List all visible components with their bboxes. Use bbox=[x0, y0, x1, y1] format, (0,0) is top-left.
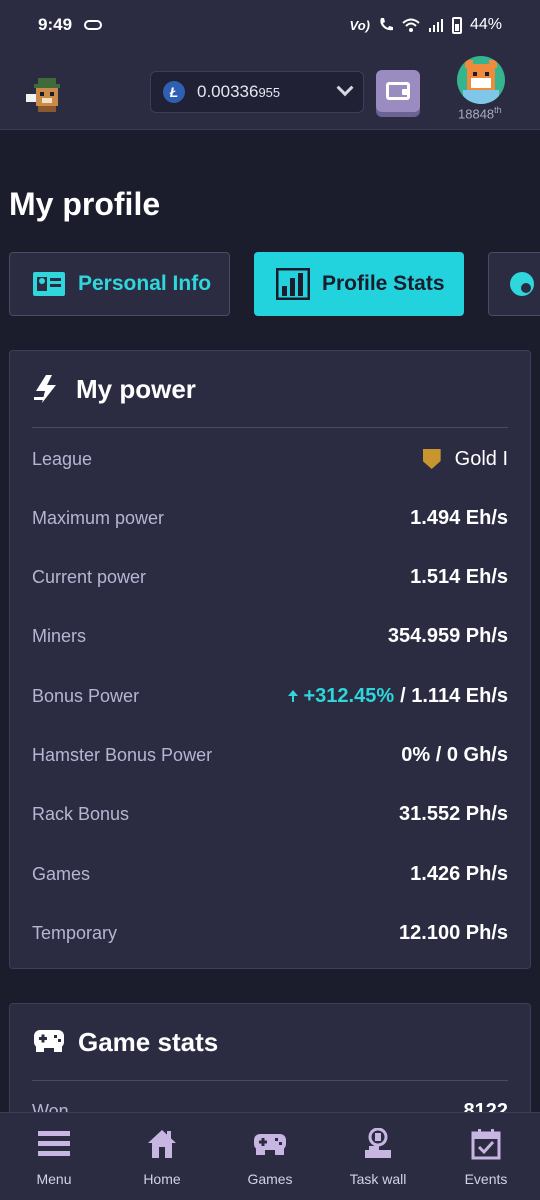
tab-profile-stats[interactable]: Profile Stats bbox=[254, 252, 464, 316]
tab-more[interactable] bbox=[488, 252, 540, 316]
my-power-title: My power bbox=[76, 374, 196, 404]
hamster-logo[interactable] bbox=[24, 76, 72, 116]
profile-tabs: Personal Info Profile Stats bbox=[9, 252, 540, 316]
power-row-league: League Gold I bbox=[32, 447, 508, 470]
game-stats-header: Game stats bbox=[32, 1026, 508, 1081]
palette-icon bbox=[510, 272, 534, 296]
network-label: Vo) bbox=[349, 17, 370, 33]
gamepad-nav-icon bbox=[253, 1127, 287, 1161]
home-icon bbox=[145, 1127, 179, 1161]
my-power-header: My power bbox=[32, 373, 508, 428]
nav-task-wall[interactable]: Task wall bbox=[324, 1113, 432, 1200]
nav-events[interactable]: Events bbox=[432, 1113, 540, 1200]
power-row-temporary: Temporary 12.100 Ph/s bbox=[32, 921, 508, 944]
power-row-miners: Miners 354.959 Ph/s bbox=[32, 624, 508, 647]
lightning-icon bbox=[34, 375, 56, 403]
menu-icon bbox=[37, 1127, 71, 1161]
avatar[interactable] bbox=[457, 56, 505, 104]
tab-personal-info[interactable]: Personal Info bbox=[9, 252, 230, 316]
power-row-max: Maximum power 1.494 Eh/s bbox=[32, 506, 508, 529]
app-header: Ł 0.00336955 18848th bbox=[0, 50, 540, 130]
wallet-icon bbox=[386, 82, 410, 100]
id-card-icon bbox=[33, 272, 65, 296]
tab-personal-info-label: Personal Info bbox=[78, 272, 212, 295]
signal-icon bbox=[428, 19, 443, 32]
task-wall-icon bbox=[361, 1127, 395, 1161]
arrow-up-icon bbox=[287, 690, 298, 702]
power-row-games: Games 1.426 Ph/s bbox=[32, 862, 508, 885]
status-bar: 9:49 Vo) 44% bbox=[0, 0, 540, 50]
battery-level: 44% bbox=[469, 16, 502, 33]
bonus-percent: +312.45% bbox=[303, 684, 395, 707]
nav-home[interactable]: Home bbox=[108, 1113, 216, 1200]
wifi-icon bbox=[402, 18, 420, 32]
chevron-down-icon bbox=[336, 79, 354, 97]
user-rank: 18848th bbox=[458, 105, 502, 122]
gamepad-icon bbox=[34, 1030, 64, 1052]
page-title: My profile bbox=[9, 186, 161, 222]
battery-icon bbox=[451, 16, 462, 34]
wallet-button[interactable] bbox=[376, 70, 420, 112]
my-power-card: My power League Gold I Maximum power 1.4… bbox=[9, 350, 531, 969]
league-value: Gold I bbox=[454, 447, 508, 470]
bar-chart-icon bbox=[276, 268, 310, 300]
bonus-value: / 1.114 Eh/s bbox=[400, 684, 508, 707]
tab-profile-stats-label: Profile Stats bbox=[322, 272, 445, 295]
power-row-bonus[interactable]: Bonus Power +312.45% / 1.114 Eh/s bbox=[32, 681, 508, 711]
calendar-check-icon bbox=[469, 1127, 503, 1161]
game-stats-title: Game stats bbox=[78, 1027, 219, 1057]
status-time: 9:49 bbox=[38, 15, 73, 34]
wallet-balance: 0.00336955 bbox=[197, 82, 281, 101]
power-row-hamster-bonus: Hamster Bonus Power 0% / 0 Gh/s bbox=[32, 743, 508, 766]
litecoin-icon: Ł bbox=[163, 81, 185, 103]
wallet-currency-select[interactable]: Ł 0.00336955 bbox=[150, 71, 364, 113]
power-row-rack-bonus: Rack Bonus 31.552 Ph/s bbox=[32, 802, 508, 825]
league-shield-icon bbox=[422, 449, 441, 469]
bottom-nav: Menu Home Games Task wall Events bbox=[0, 1112, 540, 1200]
call-icon bbox=[380, 18, 393, 31]
nav-games[interactable]: Games bbox=[216, 1113, 324, 1200]
nav-menu[interactable]: Menu bbox=[0, 1113, 108, 1200]
power-row-current: Current power 1.514 Eh/s bbox=[32, 565, 508, 588]
game-controller-status-icon bbox=[84, 20, 103, 30]
